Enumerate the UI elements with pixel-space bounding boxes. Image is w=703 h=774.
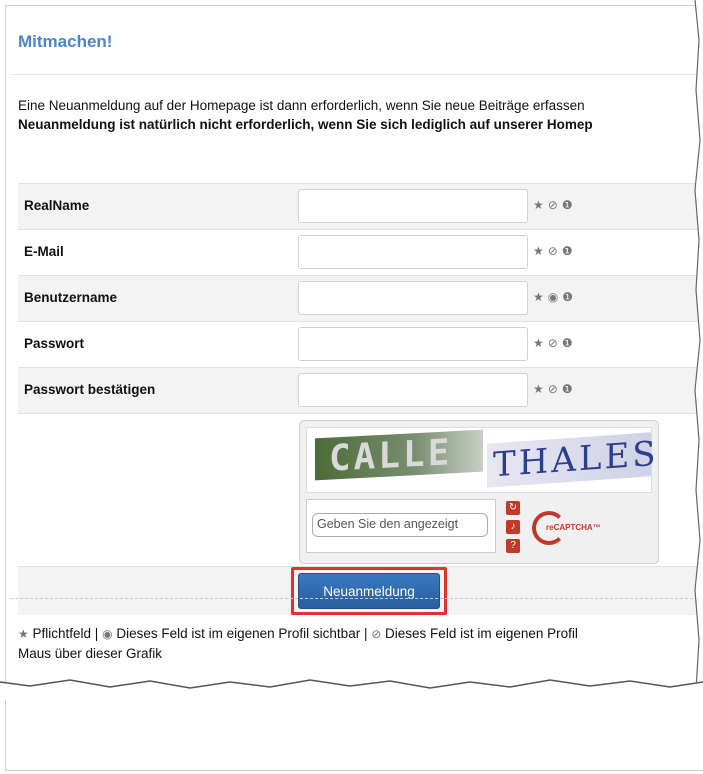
password-label: Passwort bbox=[24, 336, 85, 351]
register-button[interactable]: Neuanmeldung bbox=[298, 573, 440, 609]
field-icons: ★ ⊘ ❶ bbox=[533, 198, 573, 212]
captcha-answer-box: Geben Sie den angezeigt bbox=[306, 499, 496, 553]
star-icon: ★ bbox=[533, 336, 544, 350]
form-row-username: Benutzername ★ ◉ ❶ bbox=[18, 275, 698, 321]
field-icons: ★ ◉ ❶ bbox=[533, 290, 573, 304]
intro-line-2: Neuanmeldung ist natürlich nicht erforde… bbox=[18, 117, 593, 132]
info-icon[interactable]: ❶ bbox=[562, 336, 573, 350]
star-icon: ★ bbox=[18, 627, 29, 641]
legend-visible: Dieses Feld ist im eigenen Profil sichtb… bbox=[116, 626, 368, 641]
info-icon[interactable]: ❶ bbox=[562, 244, 573, 258]
field-icons: ★ ⊘ ❶ bbox=[533, 336, 573, 350]
legend-hidden: Dieses Feld ist im eigenen Profil bbox=[385, 626, 578, 641]
legend-divider bbox=[10, 598, 698, 600]
eye-slash-icon: ⊘ bbox=[371, 627, 382, 641]
submit-row: Neuanmeldung bbox=[18, 566, 698, 615]
star-icon: ★ bbox=[533, 244, 544, 258]
star-icon: ★ bbox=[533, 382, 544, 396]
title-divider bbox=[10, 74, 698, 75]
captcha-word-1-text: CALLE bbox=[329, 432, 453, 480]
info-icon[interactable]: ❶ bbox=[562, 290, 573, 304]
email-input[interactable] bbox=[298, 235, 528, 269]
help-icon[interactable]: ? bbox=[506, 539, 520, 553]
legend-required: Pflichtfeld | bbox=[32, 626, 99, 641]
field-icons: ★ ⊘ ❶ bbox=[533, 244, 573, 258]
recaptcha-logo-text: reCAPTCHA™ bbox=[546, 523, 601, 532]
registration-form: RealName ★ ⊘ ❶ E-Mail ★ ⊘ ❶ Benutzername… bbox=[18, 183, 698, 615]
captcha-word-1: CALLE bbox=[315, 429, 483, 481]
password-confirm-label: Passwort bestätigen bbox=[24, 382, 156, 397]
captcha-input[interactable]: Geben Sie den angezeigt bbox=[312, 513, 488, 537]
registration-page: Mitmachen! Eine Neuanmeldung auf der Hom… bbox=[10, 10, 698, 690]
eye-slash-icon[interactable]: ⊘ bbox=[548, 336, 558, 350]
captcha-row: CALLE THALES Geben Sie den angezeigt ↻ ♪… bbox=[18, 413, 698, 566]
star-icon: ★ bbox=[533, 198, 544, 212]
form-row-password-confirm: Passwort bestätigen ★ ⊘ ❶ bbox=[18, 367, 698, 413]
eye-slash-icon[interactable]: ⊘ bbox=[548, 382, 558, 396]
star-icon: ★ bbox=[533, 290, 544, 304]
intro-text: Eine Neuanmeldung auf der Homepage ist d… bbox=[18, 96, 698, 134]
username-input[interactable] bbox=[298, 281, 528, 315]
page-title: Mitmachen! bbox=[18, 32, 113, 51]
intro-line-1: Eine Neuanmeldung auf der Homepage ist d… bbox=[18, 98, 585, 113]
recaptcha-logo: reCAPTCHA™ bbox=[532, 509, 650, 549]
form-row-realname: RealName ★ ⊘ ❶ bbox=[18, 183, 698, 229]
refresh-icon[interactable]: ↻ bbox=[506, 501, 520, 515]
email-label: E-Mail bbox=[24, 244, 64, 259]
recaptcha-widget: CALLE THALES Geben Sie den angezeigt ↻ ♪… bbox=[299, 420, 659, 564]
legend-line-1: ★ Pflichtfeld | ◉ Dieses Feld ist im eig… bbox=[18, 624, 698, 644]
info-icon[interactable]: ❶ bbox=[562, 382, 573, 396]
realname-input[interactable] bbox=[298, 189, 528, 223]
eye-slash-icon[interactable]: ⊘ bbox=[548, 198, 558, 212]
eye-icon: ◉ bbox=[102, 627, 113, 641]
audio-icon[interactable]: ♪ bbox=[506, 520, 520, 534]
info-icon[interactable]: ❶ bbox=[562, 198, 573, 212]
form-row-email: E-Mail ★ ⊘ ❶ bbox=[18, 229, 698, 275]
eye-icon[interactable]: ◉ bbox=[548, 290, 558, 304]
torn-edge-right bbox=[694, 0, 703, 690]
captcha-word-2: THALES bbox=[487, 432, 659, 488]
username-label: Benutzername bbox=[24, 290, 118, 305]
torn-edge-bottom bbox=[0, 679, 703, 700]
form-row-password: Passwort ★ ⊘ ❶ bbox=[18, 321, 698, 367]
legend-line-2: Maus über dieser Grafik bbox=[18, 646, 163, 661]
password-confirm-input[interactable] bbox=[298, 373, 528, 407]
legend: ★ Pflichtfeld | ◉ Dieses Feld ist im eig… bbox=[18, 624, 698, 664]
password-input[interactable] bbox=[298, 327, 528, 361]
captcha-image: CALLE THALES bbox=[306, 427, 659, 493]
captcha-word-2-text: THALES bbox=[493, 433, 659, 486]
realname-label: RealName bbox=[24, 198, 90, 213]
field-icons: ★ ⊘ ❶ bbox=[533, 382, 573, 396]
captcha-controls: ↻ ♪ ? bbox=[504, 501, 522, 553]
eye-slash-icon[interactable]: ⊘ bbox=[548, 244, 558, 258]
